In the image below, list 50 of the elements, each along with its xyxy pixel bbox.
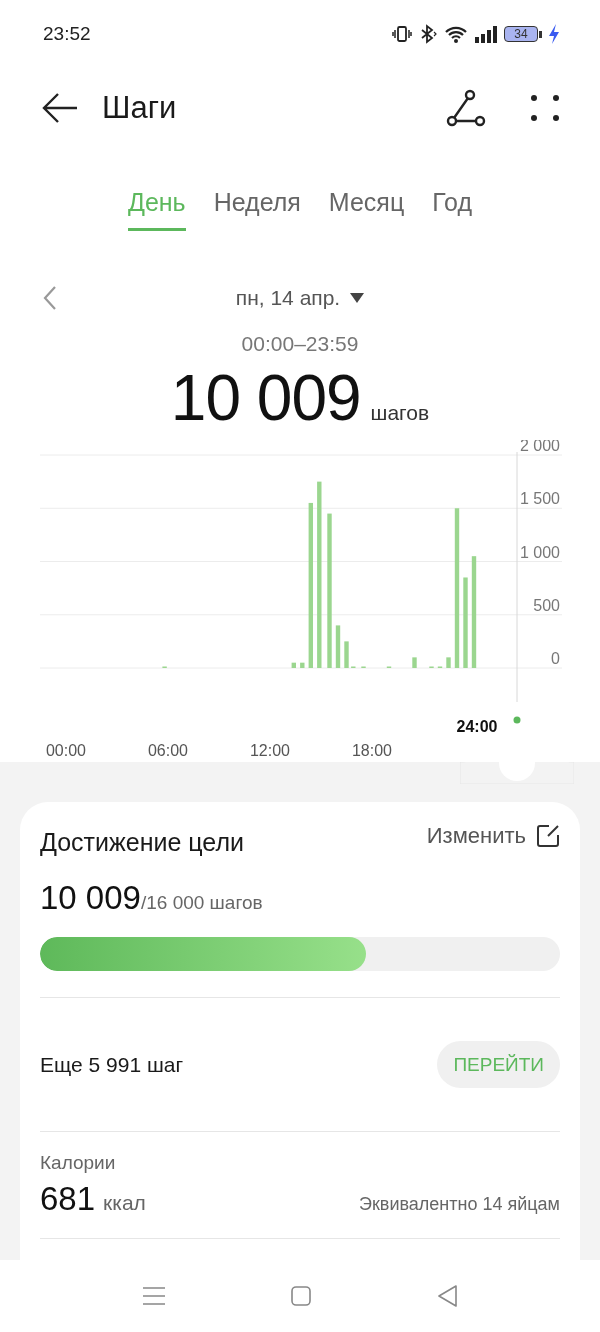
chart-bar [344, 641, 349, 668]
time-cursor-label: 24:00 [456, 718, 498, 735]
calories-label: Калории [40, 1152, 117, 1174]
axis-label: 500 [533, 596, 560, 614]
axis-label: 06:00 [148, 742, 188, 759]
current-steps: 10 009 [40, 879, 141, 917]
period-tab[interactable]: Год [432, 186, 473, 231]
connected-nodes-icon[interactable] [446, 88, 486, 128]
page-title: Шаги [102, 90, 178, 126]
goal-target: /16 000 шагов [140, 892, 263, 914]
axis-label: 12:00 [250, 742, 290, 759]
vibrate-icon [392, 25, 412, 43]
signal-icon [474, 25, 498, 43]
time-range: 00:00–23:59 [241, 332, 359, 356]
clock-time: 23:52 [43, 23, 91, 45]
calories-unit: ккал [103, 1191, 146, 1215]
calories-equivalent: Эквивалентно 14 яйцам [359, 1194, 560, 1215]
dropdown-caret-icon[interactable] [350, 293, 365, 303]
more-dots-icon[interactable] [530, 93, 560, 123]
cursor-dot [513, 716, 521, 724]
chart-bar [291, 662, 296, 668]
axis-label: 0 [551, 650, 560, 667]
chevron-left-icon[interactable] [42, 285, 58, 311]
menu-icon[interactable] [143, 1286, 165, 1306]
remaining-steps: Еще 5 991 шаг [40, 1052, 184, 1077]
period-tab[interactable]: Месяц [328, 186, 405, 231]
back-arrow-icon[interactable] [42, 93, 78, 123]
chart-bar [300, 662, 305, 668]
chart-bar [446, 657, 451, 668]
axis-label: 18:00 [352, 742, 392, 759]
chart-bar [335, 625, 341, 668]
axis-label: 1 500 [519, 490, 560, 508]
axis-label: 1 000 [519, 543, 560, 561]
axis-label: 00:00 [46, 742, 86, 759]
battery-tip-icon [539, 30, 542, 38]
chart-bar [412, 657, 417, 668]
back-triangle-icon[interactable] [437, 1285, 457, 1307]
steps-unit: шагов [370, 401, 430, 425]
date-picker[interactable]: пн, 14 апр. [235, 286, 341, 310]
home-square-icon[interactable] [291, 1286, 311, 1306]
edit-icon [536, 823, 560, 848]
battery-level: 34 [504, 26, 538, 42]
period-tab[interactable]: Неделя [213, 186, 301, 231]
axis-label: 2 000 [519, 440, 560, 454]
card-title: Достижение цели [40, 828, 244, 857]
calories-value: 681 [40, 1180, 96, 1218]
edit-button[interactable]: Изменить [426, 822, 560, 849]
wifi-icon [444, 24, 468, 44]
total-steps: 10 009 [170, 361, 361, 435]
charging-bolt-icon [548, 24, 560, 44]
